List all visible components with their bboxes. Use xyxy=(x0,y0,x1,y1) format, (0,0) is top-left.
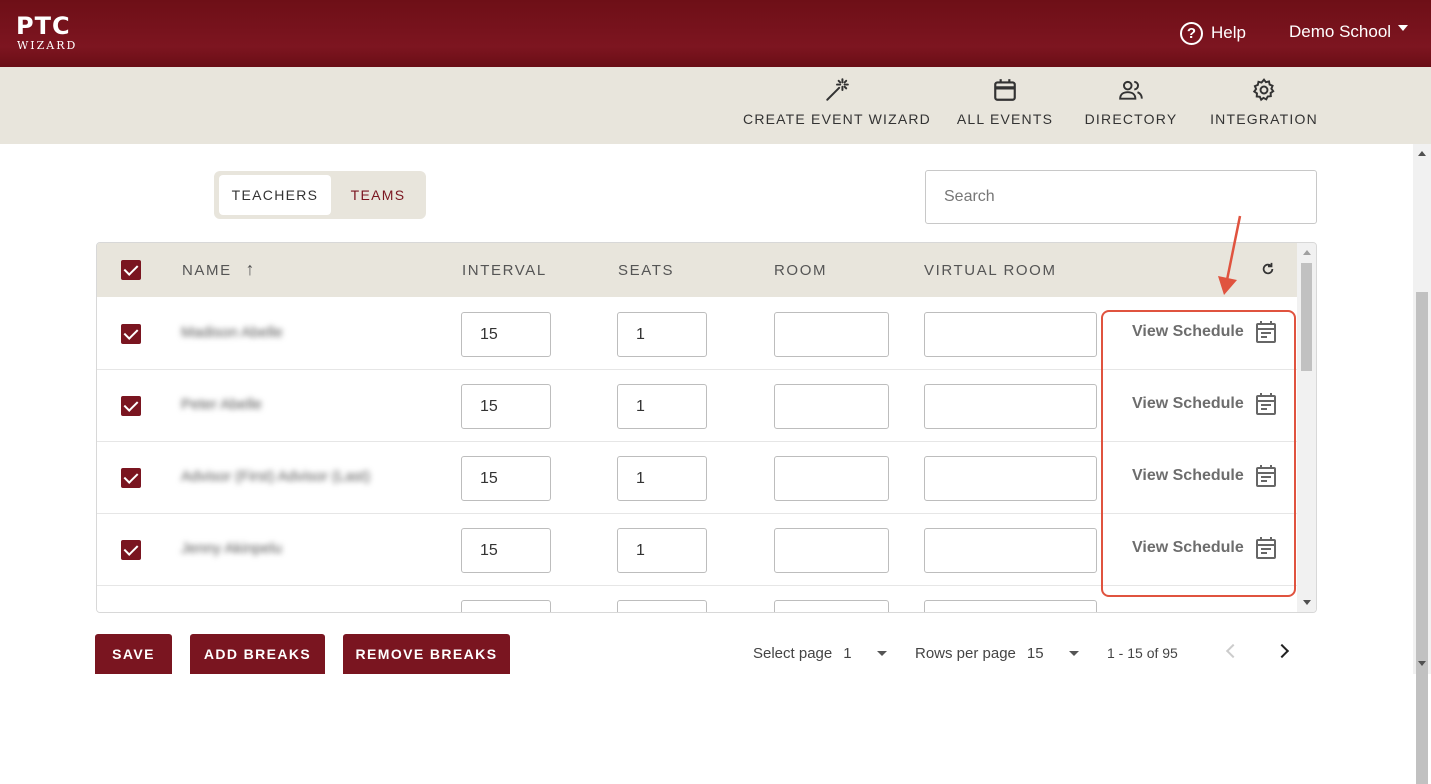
select-page-control[interactable]: Select page 1 xyxy=(753,645,887,662)
help-icon: ? xyxy=(1180,21,1203,45)
row-checkbox[interactable] xyxy=(121,324,141,344)
dropdown-caret-icon[interactable] xyxy=(1068,651,1079,656)
teacher-name: Jenny Akinpelu xyxy=(181,540,282,557)
nav-integration[interactable]: INTEGRATION xyxy=(1210,77,1318,137)
save-button[interactable]: SAVE xyxy=(95,634,172,674)
page-range: 1 - 15 of 95 xyxy=(1107,645,1178,661)
interval-input[interactable]: 15 xyxy=(461,456,551,501)
table-header: NAME ↑ INTERVAL SEATS ROOM VIRTUAL ROOM xyxy=(97,243,1316,297)
seats-input[interactable]: 1 xyxy=(617,312,707,357)
column-room-header: ROOM xyxy=(774,262,828,279)
header-label: NAME xyxy=(182,262,232,279)
virtual-room-input[interactable] xyxy=(924,456,1097,501)
row-checkbox[interactable] xyxy=(121,612,141,613)
select-page-label: Select page xyxy=(753,645,833,662)
row-checkbox[interactable] xyxy=(121,396,141,416)
help-link[interactable]: ? Help xyxy=(1180,20,1246,46)
calendar-icon xyxy=(994,79,1016,101)
interval-input[interactable]: 15 xyxy=(461,312,551,357)
scroll-down-icon[interactable] xyxy=(1303,600,1311,605)
help-label: Help xyxy=(1211,23,1246,42)
scroll-up-icon[interactable] xyxy=(1418,151,1426,156)
virtual-room-input[interactable] xyxy=(924,312,1097,357)
row-checkbox[interactable] xyxy=(121,540,141,560)
column-interval-header: INTERVAL xyxy=(462,262,547,279)
next-page-icon[interactable] xyxy=(1274,643,1290,659)
rows-per-page-control[interactable]: Rows per page 15 xyxy=(915,645,1079,662)
teacher-name: Advisor (First) Advisor (Last) xyxy=(181,468,371,485)
seats-input[interactable]: 1 xyxy=(617,456,707,501)
column-virtual-room-header: VIRTUAL ROOM xyxy=(924,262,1057,279)
school-label: Demo School xyxy=(1289,22,1392,41)
interval-input[interactable] xyxy=(461,600,551,612)
teacher-name: Peter Abelle xyxy=(181,396,262,413)
table-scrollbar-thumb[interactable] xyxy=(1301,263,1312,371)
virtual-room-input[interactable] xyxy=(924,384,1097,429)
school-menu[interactable]: Demo School xyxy=(1289,22,1409,42)
nav-directory[interactable]: DIRECTORY xyxy=(1085,77,1176,137)
page-scrollbar[interactable] xyxy=(1413,144,1431,784)
remove-breaks-button[interactable]: REMOVE BREAKS xyxy=(343,634,510,674)
scroll-up-icon[interactable] xyxy=(1303,250,1311,255)
seats-input[interactable] xyxy=(617,600,707,612)
virtual-room-input[interactable] xyxy=(924,528,1097,573)
nav-all-events[interactable]: ALL EVENTS xyxy=(956,77,1054,137)
prev-page-icon[interactable] xyxy=(1225,643,1241,659)
nav-label: CREATE EVENT WIZARD xyxy=(743,111,931,127)
rows-per-page-value[interactable]: 15 xyxy=(1027,645,1044,662)
logo-text: PTC xyxy=(16,12,71,40)
column-seats-header: SEATS xyxy=(618,262,675,279)
seats-input[interactable]: 1 xyxy=(617,384,707,429)
scroll-down-icon[interactable] xyxy=(1418,661,1426,666)
interval-input[interactable]: 15 xyxy=(461,384,551,429)
virtual-room-input[interactable] xyxy=(924,600,1097,612)
teachers-teams-toggle: TEACHERS TEAMS xyxy=(214,171,426,219)
room-input[interactable] xyxy=(774,312,889,357)
table-scrollbar[interactable] xyxy=(1297,243,1316,612)
select-all-checkbox[interactable] xyxy=(121,260,141,280)
select-page-value[interactable]: 1 xyxy=(843,645,851,662)
caret-down-icon xyxy=(1398,25,1409,31)
magic-wand-icon xyxy=(826,78,849,101)
room-input[interactable] xyxy=(774,384,889,429)
refresh-icon[interactable] xyxy=(1261,262,1275,276)
tab-teams[interactable]: TEAMS xyxy=(338,175,418,215)
annotation-arrow-icon xyxy=(1218,215,1242,295)
ptc-wizard-logo[interactable]: PTC WIZARD xyxy=(16,14,88,54)
nav-label: INTEGRATION xyxy=(1210,111,1318,127)
room-input[interactable] xyxy=(774,456,889,501)
add-breaks-button[interactable]: ADD BREAKS xyxy=(190,634,325,674)
gear-icon xyxy=(1252,78,1275,102)
teacher-name: Madison Abelle xyxy=(181,324,283,341)
tab-teachers[interactable]: TEACHERS xyxy=(219,175,331,215)
search-input[interactable] xyxy=(925,170,1317,224)
seats-input[interactable]: 1 xyxy=(617,528,707,573)
nav-label: DIRECTORY xyxy=(1084,111,1178,127)
nav-bar: CREATE EVENT WIZARD ALL EVENTS DIRECTORY… xyxy=(0,67,1431,144)
dropdown-caret-icon[interactable] xyxy=(876,651,887,656)
room-input[interactable] xyxy=(774,600,889,612)
sort-arrow-up-icon[interactable]: ↑ xyxy=(246,260,257,278)
row-checkbox[interactable] xyxy=(121,468,141,488)
rows-per-page-label: Rows per page xyxy=(915,645,1016,662)
nav-create-event-wizard[interactable]: CREATE EVENT WIZARD xyxy=(743,77,930,137)
page-scrollbar-thumb[interactable] xyxy=(1416,292,1428,784)
interval-input[interactable]: 15 xyxy=(461,528,551,573)
room-input[interactable] xyxy=(774,528,889,573)
column-name-header[interactable]: NAME ↑ xyxy=(182,260,257,279)
nav-label: ALL EVENTS xyxy=(956,111,1054,127)
view-schedule-highlight xyxy=(1101,310,1296,597)
top-bar: PTC WIZARD ? Help Demo School xyxy=(0,0,1431,67)
logo-subtext: WIZARD xyxy=(17,39,78,52)
people-icon xyxy=(1119,80,1143,100)
